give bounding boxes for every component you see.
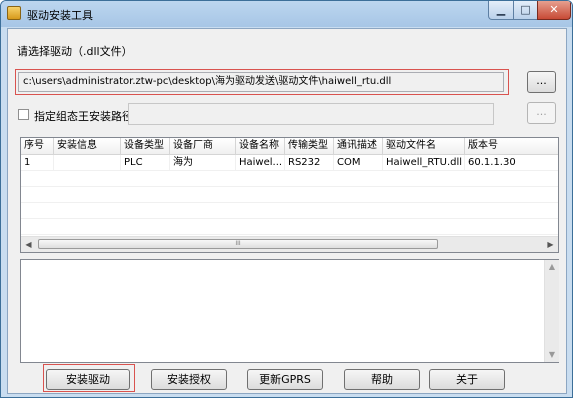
install-path-field[interactable] [128, 103, 494, 125]
install-driver-button[interactable]: 安装驱动 [46, 369, 130, 390]
cell-vendor: 海为 [170, 155, 236, 170]
driver-install-window: 驱动安装工具 ▁ □ ✕ 请选择驱动（.dll文件） c:\users\admi… [0, 0, 573, 398]
scroll-right-arrow-icon[interactable]: ▶ [543, 237, 558, 252]
column-header-device-name[interactable]: 设备名称 [236, 138, 285, 154]
close-button[interactable]: ✕ [537, 1, 571, 20]
cell-device-name: Haiwel... [236, 155, 285, 170]
install-authorization-button[interactable]: 安装授权 [151, 369, 227, 390]
column-header-driver-file[interactable]: 驱动文件名 [383, 138, 465, 154]
column-header-version[interactable]: 版本号 [465, 138, 558, 154]
client-area: 请选择驱动（.dll文件） c:\users\administrator.ztw… [7, 28, 567, 394]
horizontal-scrollbar[interactable]: ◀ III ▶ [21, 236, 558, 252]
table-body: 1 PLC 海为 Haiwel... RS232 COM Haiwell_RTU… [21, 155, 558, 235]
maximize-button[interactable]: □ [513, 1, 538, 20]
column-header-vendor[interactable]: 设备厂商 [170, 138, 236, 154]
column-header-comm-desc[interactable]: 通讯描述 [334, 138, 383, 154]
table-row-empty [21, 203, 558, 219]
scroll-up-arrow-icon[interactable]: ▲ [545, 260, 559, 274]
column-header-device-type[interactable]: 设备类型 [121, 138, 170, 154]
table-header: 序号 安装信息 设备类型 设备厂商 设备名称 传输类型 通讯描述 驱动文件名 版… [21, 138, 558, 155]
cell-transport-type: RS232 [285, 155, 334, 170]
cell-index: 1 [21, 155, 54, 170]
install-path-checkbox-label[interactable]: 指定组态王安装路径 [34, 108, 133, 124]
column-header-install-info[interactable]: 安装信息 [54, 138, 121, 154]
scroll-left-arrow-icon[interactable]: ◀ [21, 237, 36, 252]
scroll-down-arrow-icon[interactable]: ▼ [545, 348, 559, 362]
browse-install-path-button[interactable]: ... [527, 102, 556, 124]
browse-driver-button[interactable]: ... [527, 71, 556, 93]
vertical-scrollbar[interactable]: ▲ ▼ [544, 260, 559, 362]
select-driver-label: 请选择驱动（.dll文件） [17, 45, 133, 58]
driver-path-field[interactable]: c:\users\administrator.ztw-pc\desktop\海为… [18, 72, 504, 92]
cell-comm-desc: COM [334, 155, 383, 170]
cell-device-type: PLC [121, 155, 170, 170]
update-gprs-button[interactable]: 更新GPRS [247, 369, 323, 390]
table-row-empty [21, 187, 558, 203]
table-row-empty [21, 171, 558, 187]
column-header-index[interactable]: 序号 [21, 138, 54, 154]
title-bar[interactable]: 驱动安装工具 ▁ □ ✕ [1, 1, 572, 27]
minimize-button[interactable]: ▁ [488, 1, 514, 20]
cell-driver-file: Haiwell_RTU.dll [383, 155, 465, 170]
about-button[interactable]: 关于 [429, 369, 505, 390]
help-button[interactable]: 帮助 [344, 369, 420, 390]
cell-install-info [54, 155, 121, 170]
log-output-area[interactable] [20, 259, 559, 363]
app-icon [7, 6, 21, 20]
window-title: 驱动安装工具 [27, 9, 93, 22]
cell-version: 60.1.1.30 [465, 155, 558, 170]
driver-path-highlight: c:\users\administrator.ztw-pc\desktop\海为… [15, 69, 509, 95]
table-row-empty [21, 219, 558, 235]
install-path-checkbox[interactable] [18, 109, 29, 120]
scroll-thumb[interactable]: III [38, 239, 438, 249]
column-header-transport-type[interactable]: 传输类型 [285, 138, 334, 154]
table-row[interactable]: 1 PLC 海为 Haiwel... RS232 COM Haiwell_RTU… [21, 155, 558, 171]
driver-list-table[interactable]: 序号 安装信息 设备类型 设备厂商 设备名称 传输类型 通讯描述 驱动文件名 版… [20, 137, 559, 253]
